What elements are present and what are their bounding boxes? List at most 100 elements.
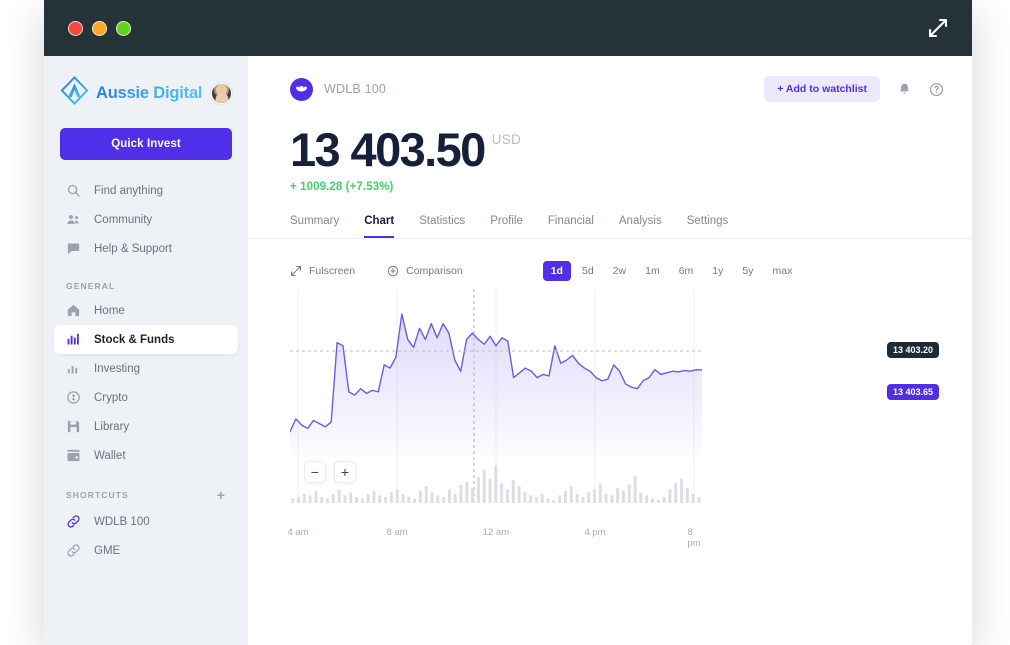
price-chart[interactable]: − + 13 403.20 13 403.65 4 am 8 am 12 am 4 p… (248, 289, 972, 549)
avatar[interactable] (211, 82, 233, 104)
range-5d[interactable]: 5d (574, 261, 602, 281)
sidebar-item-label: Community (94, 213, 153, 226)
range-1m[interactable]: 1m (637, 261, 668, 281)
main-content: WDLB 100 + Add to watchlist 13 403.50 US… (248, 56, 972, 645)
sidebar-section-shortcuts: SHORTCUTS + (44, 488, 248, 502)
sidebar-item-label: Library (94, 420, 130, 433)
chart-zoom-controls: − + (304, 461, 356, 484)
sidebar-top-nav: Find anything Community Help & Support (44, 176, 248, 263)
quick-invest-button[interactable]: Quick Invest (60, 128, 232, 160)
bar-chart-icon (66, 332, 81, 347)
window-controls (68, 20, 131, 36)
help-circle-icon[interactable] (929, 82, 944, 97)
tab-analysis[interactable]: Analysis (619, 215, 662, 238)
logo-icon (60, 76, 89, 110)
sidebar-item-investing[interactable]: Investing (54, 354, 238, 383)
people-icon (66, 212, 81, 227)
save-icon (66, 419, 81, 434)
tab-profile[interactable]: Profile (490, 215, 523, 238)
coin-icon (66, 390, 81, 405)
content-tabs: Summary Chart Statistics Profile Financi… (248, 193, 972, 240)
chart-x-tick-label: 8 pm (687, 527, 701, 550)
chart-x-tick-label: 12 am (482, 527, 510, 539)
sidebar-item-label: Help & Support (94, 242, 172, 255)
tab-chart[interactable]: Chart (364, 215, 394, 238)
sidebar-section-general: GENERAL (44, 281, 248, 291)
symbol-row: WDLB 100 (290, 77, 387, 101)
bell-icon[interactable] (897, 82, 912, 97)
search-icon (66, 183, 81, 198)
app-window: Aussie Digital Quick Invest Find anythin… (44, 0, 972, 645)
chart-x-tick-label: 8 am (386, 527, 408, 539)
fullscreen-arrows-icon (290, 265, 302, 277)
sidebar-shortcuts-nav: WDLB 100 GME (44, 507, 248, 565)
chart-x-tick-label: 4 pm (584, 527, 606, 539)
tab-settings[interactable]: Settings (687, 215, 729, 238)
range-selector: 1d 5d 2w 1m 6m 1y 5y max (542, 261, 801, 282)
sidebar-item-stock-funds[interactable]: Stock & Funds (54, 325, 238, 354)
comparison-button[interactable]: Comparison (387, 265, 463, 277)
range-max[interactable]: max (764, 261, 800, 281)
sidebar-item-label: Crypto (94, 391, 128, 404)
sidebar-item-find-anything[interactable]: Find anything (54, 176, 238, 205)
header-actions: + Add to watchlist (764, 76, 944, 102)
section-heading: GENERAL (66, 281, 116, 291)
sidebar-general-nav: Home Stock & Funds Investing Crypto Libr… (44, 296, 248, 470)
sidebar-item-label: Find anything (94, 184, 164, 197)
price-currency: USD (491, 132, 522, 147)
crown-icon (290, 77, 313, 101)
sidebar-item-label: Stock & Funds (94, 333, 175, 346)
chart-canvas[interactable] (290, 289, 702, 521)
range-2w[interactable]: 2w (605, 261, 634, 281)
link-icon (66, 514, 81, 529)
tab-statistics[interactable]: Statistics (419, 215, 465, 238)
plus-circle-icon (387, 265, 399, 277)
sidebar-item-label: Wallet (94, 449, 126, 462)
zoom-in-button[interactable]: + (334, 461, 356, 484)
sidebar-shortcut-gme[interactable]: GME (54, 536, 238, 565)
chart-x-tick-label: 4 am (287, 527, 309, 539)
content-header: WDLB 100 + Add to watchlist (248, 56, 972, 102)
fullscreen-button[interactable]: Fulscreen (290, 265, 355, 277)
brand-row: Aussie Digital (44, 70, 248, 116)
range-6m[interactable]: 6m (671, 261, 702, 281)
sidebar-item-label: GME (94, 544, 121, 557)
sidebar-item-community[interactable]: Community (54, 205, 238, 234)
link-icon (66, 543, 81, 558)
range-1d[interactable]: 1d (542, 261, 571, 282)
minimize-button[interactable] (92, 20, 107, 36)
tab-financial[interactable]: Financial (548, 215, 594, 238)
sidebar-item-wallet[interactable]: Wallet (54, 441, 238, 470)
sidebar-item-label: Investing (94, 362, 141, 375)
range-5y[interactable]: 5y (734, 261, 761, 281)
expand-arrows-icon[interactable] (926, 16, 950, 40)
sidebar-item-home[interactable]: Home (54, 296, 238, 325)
current-price: 13 403.50 (290, 123, 486, 176)
maximize-button[interactable] (116, 20, 131, 36)
sidebar-shortcut-wdlb-100[interactable]: WDLB 100 (54, 507, 238, 536)
chart-toolbar: Fulscreen Comparison 1d 5d 2w 1m 6m 1y 5… (248, 239, 972, 282)
symbol-name: WDLB 100 (324, 82, 387, 96)
section-heading: SHORTCUTS (66, 490, 129, 500)
brand-name: Aussie Digital (96, 83, 203, 102)
sidebar-item-crypto[interactable]: Crypto (54, 383, 238, 412)
add-to-watchlist-button[interactable]: + Add to watchlist (764, 76, 880, 102)
last-price-badge: 13 403.65 (887, 384, 940, 401)
add-shortcut-button[interactable]: + (217, 488, 226, 502)
home-icon (66, 303, 81, 318)
sidebar-item-help-support[interactable]: Help & Support (54, 234, 238, 263)
window-titlebar (44, 0, 972, 56)
sidebar: Aussie Digital Quick Invest Find anythin… (44, 56, 248, 645)
tab-summary[interactable]: Summary (290, 215, 339, 238)
close-button[interactable] (68, 20, 83, 36)
fullscreen-label: Fulscreen (309, 265, 356, 278)
sidebar-item-label: Home (94, 304, 125, 317)
chart-icon (66, 361, 81, 376)
price-block: 13 403.50 USD (248, 102, 972, 176)
sidebar-item-library[interactable]: Library (54, 412, 238, 441)
wallet-icon (66, 448, 81, 463)
chat-bubble-icon (66, 241, 81, 256)
marker-price-badge: 13 403.20 (887, 342, 940, 359)
zoom-out-button[interactable]: − (304, 461, 326, 484)
range-1y[interactable]: 1y (704, 261, 731, 281)
